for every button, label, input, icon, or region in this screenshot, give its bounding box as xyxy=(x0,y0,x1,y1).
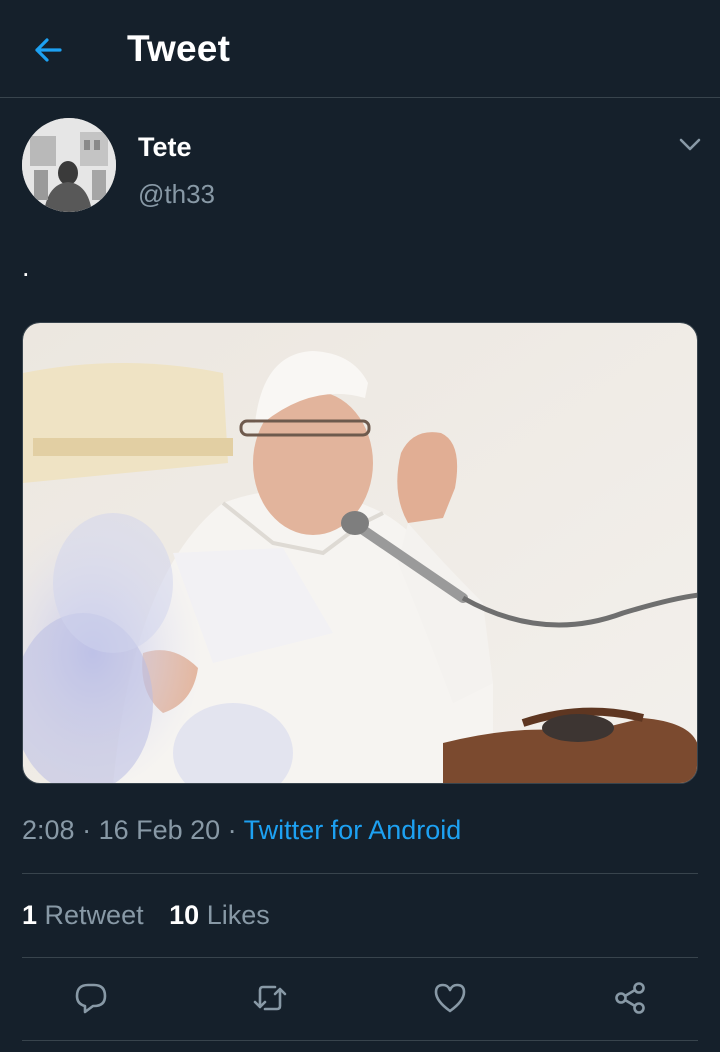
retweets-count: 1 xyxy=(22,900,38,930)
avatar-photo xyxy=(22,118,116,212)
likes-stat[interactable]: 10 Likes xyxy=(169,900,270,930)
meta-separator: · xyxy=(220,815,244,845)
reply-button[interactable] xyxy=(71,978,111,1018)
media-photo xyxy=(23,323,697,783)
divider xyxy=(22,873,698,874)
chevron-down-icon xyxy=(679,138,701,151)
tweet-time: 2:08 xyxy=(22,815,75,845)
share-button[interactable] xyxy=(610,978,650,1018)
likes-count: 10 xyxy=(169,900,200,930)
tweet-stats: 1 Retweet 10 Likes xyxy=(22,900,288,931)
retweets-label: Retweet xyxy=(44,900,144,930)
like-button[interactable] xyxy=(430,978,470,1018)
divider xyxy=(22,957,698,958)
retweet-icon xyxy=(253,985,287,1011)
author-handle[interactable]: @th33 xyxy=(138,179,215,210)
meta-separator: · xyxy=(74,815,99,845)
tweet-date: 16 Feb 20 xyxy=(98,815,221,845)
retweet-button[interactable] xyxy=(250,978,290,1018)
back-button[interactable] xyxy=(30,32,66,68)
tweet-source-link[interactable]: Twitter for Android xyxy=(244,815,462,845)
tweet-text: . xyxy=(22,252,30,282)
like-icon xyxy=(434,983,466,1013)
likes-label: Likes xyxy=(206,900,270,930)
page-title: Tweet xyxy=(127,28,231,69)
reply-icon xyxy=(75,983,107,1014)
share-icon xyxy=(615,982,645,1014)
top-bar: Tweet xyxy=(0,0,720,98)
tweet-meta: 2:08 · 16 Feb 20 · Twitter for Android xyxy=(22,815,461,846)
author-name[interactable]: Tete xyxy=(138,132,192,163)
tweet-media[interactable] xyxy=(22,322,698,784)
avatar[interactable] xyxy=(22,118,116,212)
more-options-button[interactable] xyxy=(676,132,704,156)
arrow-left-icon xyxy=(35,38,62,62)
divider xyxy=(22,1040,698,1041)
retweets-stat[interactable]: 1 Retweet xyxy=(22,900,144,930)
